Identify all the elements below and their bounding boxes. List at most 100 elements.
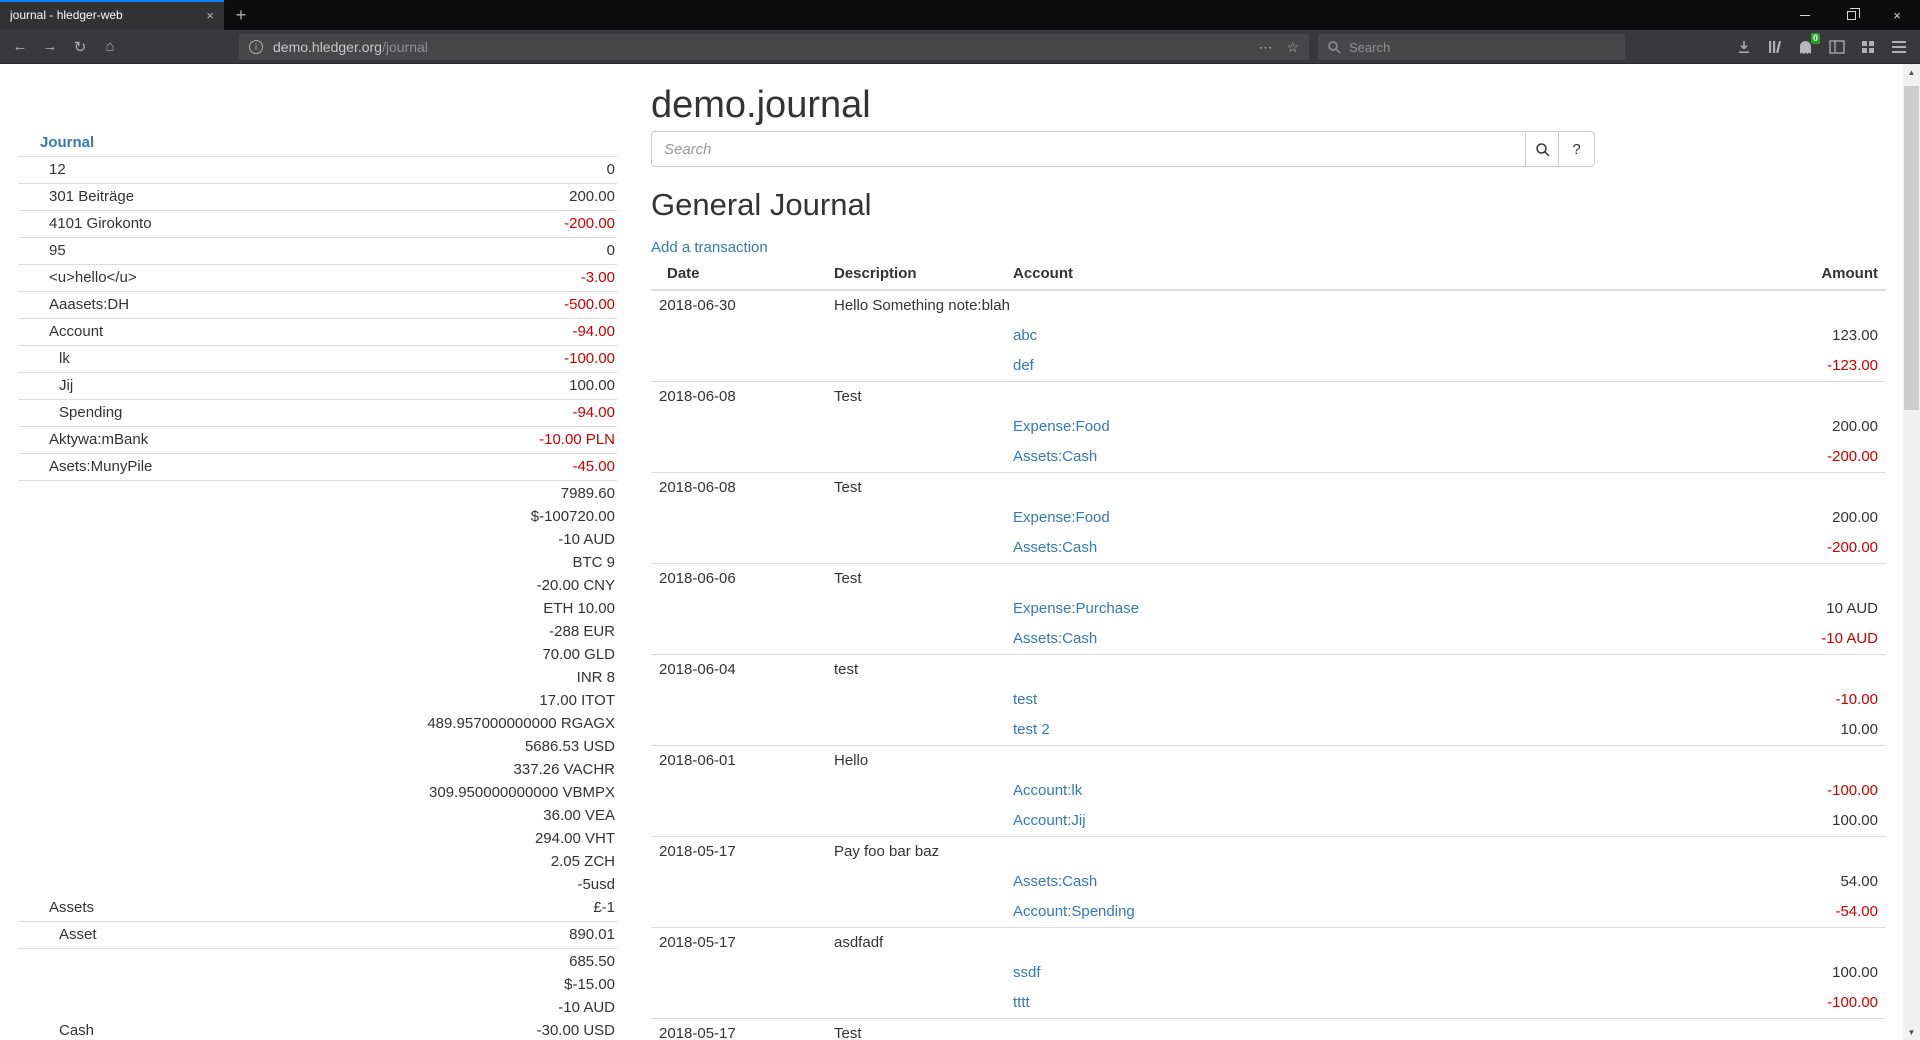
posting-account-link[interactable]: Assets:Cash: [1013, 539, 1097, 556]
posting-amount: 10.00: [1685, 715, 1886, 746]
transaction-row[interactable]: 2018-05-17asdfadf: [651, 928, 1886, 959]
downloads-button[interactable]: [1728, 30, 1759, 64]
library-icon: [1767, 39, 1783, 55]
sidebar-account-row: 4101 Girokonto-200.00: [18, 211, 617, 238]
tab-title: journal - hledger-web: [10, 8, 198, 22]
sidebar-account-row: Spending-94.00: [18, 400, 617, 427]
balance-amount: -30.00 USD: [269, 1019, 615, 1040]
sidebar-account-link[interactable]: Asets:MunyPile: [18, 454, 267, 481]
sidebar-account-link[interactable]: Aaasets:DH: [18, 292, 267, 319]
page-scrollbar[interactable]: ▲ ▼: [1903, 64, 1920, 1040]
transaction-description: Hello: [826, 746, 1886, 777]
posting-account-link[interactable]: test 2: [1013, 721, 1050, 738]
posting-account-link[interactable]: Expense:Food: [1013, 418, 1110, 435]
grid-icon: [1862, 41, 1874, 53]
posting-account-link[interactable]: test: [1013, 691, 1037, 708]
transaction-row[interactable]: 2018-06-30Hello Something note:blah: [651, 290, 1886, 321]
journal-search-button[interactable]: [1525, 131, 1559, 167]
sidebar-account-link[interactable]: <u>hello</u>: [18, 265, 267, 292]
transaction-description: Test: [826, 473, 1886, 504]
reload-button[interactable]: ↻: [65, 30, 95, 64]
scrollbar-thumb[interactable]: [1904, 86, 1919, 410]
home-button[interactable]: ⌂: [95, 30, 125, 64]
sidebar-account-link[interactable]: 12: [18, 157, 267, 184]
sidebar-account-link[interactable]: 4101 Girokonto: [18, 211, 267, 238]
new-tab-button[interactable]: +: [224, 0, 258, 30]
posting-account-link[interactable]: Account:lk: [1013, 782, 1082, 799]
sidebar-account-link[interactable]: 95: [18, 238, 267, 265]
sidebar-account-row: 120: [18, 157, 617, 184]
transaction-row[interactable]: 2018-06-04test: [651, 655, 1886, 686]
journal-search-input[interactable]: [651, 131, 1526, 167]
browser-tab[interactable]: journal - hledger-web ×: [0, 0, 224, 30]
posting-account-link[interactable]: def: [1013, 357, 1034, 374]
page-actions-icon[interactable]: ⋯: [1258, 39, 1272, 56]
browser-search-field[interactable]: Search: [1318, 34, 1625, 60]
sidebar-account-link[interactable]: lk: [18, 346, 267, 373]
posting-account-link[interactable]: Assets:Cash: [1013, 630, 1097, 647]
posting-account-link[interactable]: abc: [1013, 327, 1037, 344]
sidebar-account-link[interactable]: Aktywa:mBank: [18, 427, 267, 454]
transaction-row[interactable]: 2018-06-06Test: [651, 564, 1886, 595]
balance-amount: 100.00: [269, 374, 615, 397]
sidebar-account-link[interactable]: Cash: [18, 949, 267, 1040]
site-info-icon[interactable]: i: [249, 40, 263, 54]
sidebar-account-link[interactable]: 301 Beiträge: [18, 184, 267, 211]
sidebar-account-row: Asset890.01: [18, 922, 617, 949]
transaction-row[interactable]: 2018-06-08Test: [651, 473, 1886, 504]
sidebar-account-link[interactable]: Account: [18, 319, 267, 346]
sidebar-account-link[interactable]: Jij: [18, 373, 267, 400]
posting-account-link[interactable]: ssdf: [1013, 964, 1041, 981]
extension-badge: 0: [1811, 33, 1820, 44]
apps-grid-button[interactable]: [1852, 30, 1883, 64]
sidebar-account-link[interactable]: Asset: [18, 922, 267, 949]
sidebar-account-row: Aaasets:DH-500.00: [18, 292, 617, 319]
back-button[interactable]: ←: [5, 30, 35, 64]
transaction-description: Test: [826, 564, 1886, 595]
posting-amount: -100.00: [1685, 988, 1886, 1019]
scroll-down-arrow[interactable]: ▼: [1903, 1024, 1920, 1040]
sidebar-account-row: 950: [18, 238, 617, 265]
balance-amount: INR 8: [269, 666, 615, 689]
transaction-date: 2018-06-08: [651, 473, 826, 504]
search-icon: [1535, 142, 1550, 157]
posting-account-link[interactable]: Assets:Cash: [1013, 448, 1097, 465]
posting-account-link[interactable]: Expense:Food: [1013, 509, 1110, 526]
window-close-button[interactable]: ×: [1874, 0, 1920, 30]
posting-row: test-10.00: [651, 685, 1886, 715]
library-button[interactable]: [1759, 30, 1790, 64]
balance-amount: 309.950000000000 VBMPX: [269, 781, 615, 804]
balance-amount: 337.26 VACHR: [269, 758, 615, 781]
balance-amount: 489.957000000000 RGAGX: [269, 712, 615, 735]
transaction-row[interactable]: 2018-05-17Pay foo bar baz: [651, 837, 1886, 868]
posting-account-link[interactable]: Account:Jij: [1013, 812, 1086, 829]
balance-amount: -3.00: [269, 266, 615, 289]
transaction-row[interactable]: 2018-06-08Test: [651, 382, 1886, 413]
transaction-row[interactable]: 2018-05-17Test: [651, 1019, 1886, 1040]
tab-close-icon[interactable]: ×: [198, 8, 214, 23]
posting-account-link[interactable]: Expense:Purchase: [1013, 600, 1139, 617]
balance-amount: -100.00: [269, 347, 615, 370]
posting-amount: 10 AUD: [1685, 594, 1886, 624]
search-help-button[interactable]: ?: [1558, 131, 1595, 167]
posting-account-link[interactable]: Assets:Cash: [1013, 873, 1097, 890]
url-bar[interactable]: i demo.hledger.org/journal ⋯ ☆: [239, 34, 1309, 60]
posting-account-link[interactable]: tttt: [1013, 994, 1030, 1011]
bookmark-star-icon[interactable]: ☆: [1286, 39, 1299, 56]
sidebar-toggle-button[interactable]: [1821, 30, 1852, 64]
sidebar-account-link[interactable]: Assets: [18, 481, 267, 922]
add-transaction-link[interactable]: Add a transaction: [651, 239, 768, 257]
posting-row: tttt -100.00: [651, 988, 1886, 1019]
window-minimize-button[interactable]: [1782, 0, 1828, 30]
page-content: Journal 120301 Beiträge200.004101 Giroko…: [0, 64, 1920, 1040]
transaction-row[interactable]: 2018-06-01Hello: [651, 746, 1886, 777]
forward-button[interactable]: →: [35, 30, 65, 64]
tab-bar: journal - hledger-web × + ×: [0, 0, 1920, 30]
window-restore-button[interactable]: [1828, 0, 1874, 30]
extension-button[interactable]: 0: [1790, 30, 1821, 64]
sidebar-account-link[interactable]: Spending: [18, 400, 267, 427]
scroll-up-arrow[interactable]: ▲: [1903, 64, 1920, 80]
sidebar-journal-link[interactable]: Journal: [40, 134, 94, 151]
menu-button[interactable]: [1883, 30, 1914, 64]
posting-account-link[interactable]: Account:Spending: [1013, 903, 1135, 920]
